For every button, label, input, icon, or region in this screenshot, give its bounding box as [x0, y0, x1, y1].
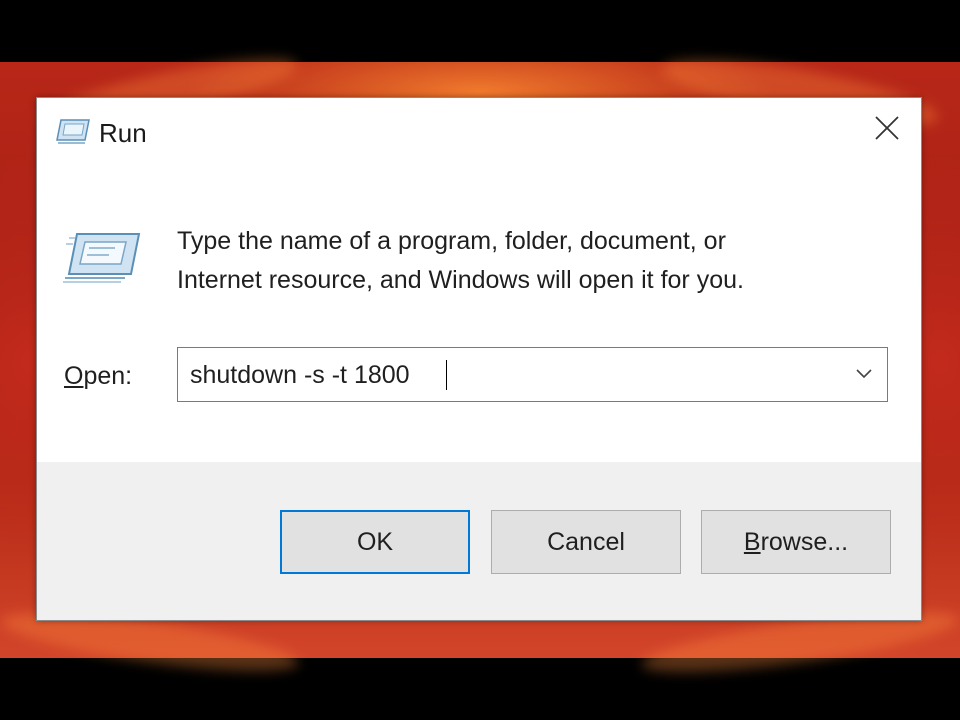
description-line-2: Internet resource, and Windows will open… — [177, 266, 744, 294]
close-icon — [874, 115, 900, 146]
run-dialog: Run Type the name of a program, folder, … — [36, 97, 922, 621]
run-icon — [63, 230, 141, 284]
run-icon — [55, 118, 91, 144]
open-label-text: pen: — [83, 362, 133, 390]
chevron-down-icon — [855, 366, 873, 384]
browse-button-accelerator: B — [743, 527, 761, 556]
ok-button[interactable]: OK — [280, 510, 470, 574]
cancel-button-label: Cancel — [547, 527, 625, 556]
open-label-accelerator: O — [64, 362, 84, 390]
description-line-1: Type the name of a program, folder, docu… — [177, 227, 726, 255]
close-button[interactable] — [871, 114, 903, 146]
browse-button[interactable]: Browse... — [701, 510, 891, 574]
description-text: Type the name of a program, folder, docu… — [177, 222, 877, 300]
dropdown-button[interactable] — [851, 362, 877, 388]
dialog-content: Type the name of a program, folder, docu… — [37, 166, 921, 462]
browse-button-label: rowse... — [760, 527, 849, 556]
ok-button-label: OK — [356, 527, 394, 556]
open-combobox[interactable] — [177, 347, 888, 402]
window-title: Run — [99, 118, 147, 148]
open-label: Open: — [64, 362, 132, 391]
cancel-button[interactable]: Cancel — [491, 510, 681, 574]
text-caret — [446, 360, 447, 390]
open-input[interactable] — [190, 359, 830, 391]
button-bar: OK Cancel Browse... — [37, 462, 921, 620]
title-bar[interactable]: Run — [37, 98, 921, 166]
